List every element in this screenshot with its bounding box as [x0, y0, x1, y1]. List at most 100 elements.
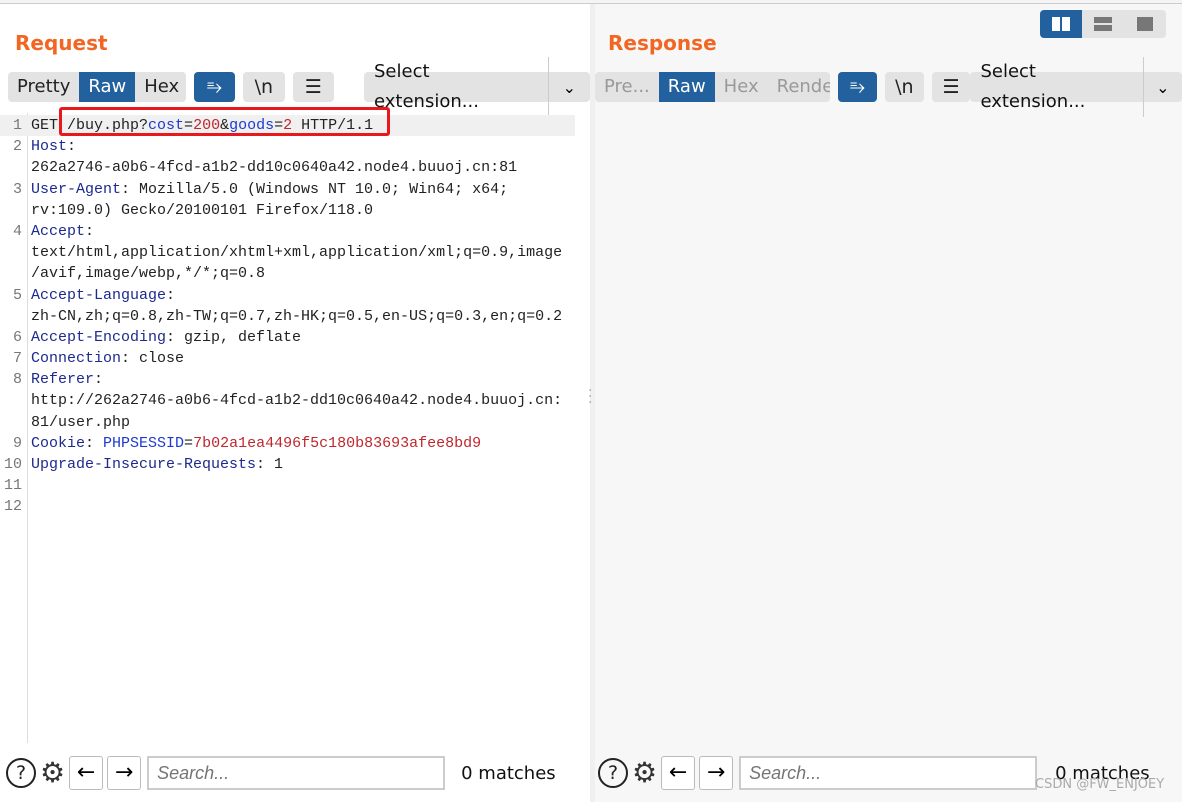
tab-hex[interactable]: Hex: [715, 72, 768, 102]
request-lines: 1 GET /buy.php?cost=200&goods=2 HTTP/1.1 2…: [0, 115, 575, 518]
arrow-right-icon: →: [706, 760, 726, 785]
tab-pre[interactable]: Pre...: [595, 72, 659, 102]
split-vertical-button[interactable]: [1040, 10, 1082, 38]
token-plain: :: [94, 371, 104, 389]
token-plain: :: [166, 286, 176, 304]
token-param: PHPSESSID: [103, 434, 185, 452]
code-line: 7 Connection: close: [0, 348, 575, 369]
code-line: /avif,image/webp,*/*;q=0.8: [0, 263, 575, 284]
help-icon[interactable]: ?: [6, 758, 36, 788]
gear-icon[interactable]: ⚙: [40, 758, 65, 788]
split-horizontal-icon: [1094, 17, 1112, 31]
arrow-left-icon: ←: [76, 760, 96, 785]
previous-match-button[interactable]: ←: [661, 756, 696, 790]
line-number: 7: [12, 350, 22, 368]
tab-hex[interactable]: Hex: [135, 72, 185, 102]
token-plain: text/html,application/xhtml+xml,applicat…: [31, 244, 563, 262]
line-text: /avif,image/webp,*/*;q=0.8: [31, 263, 265, 284]
line-number: 5: [12, 286, 22, 304]
line-text: Accept:: [31, 221, 94, 242]
token-plain: =: [184, 434, 194, 452]
wrap-lines-icon: ⥱: [849, 76, 866, 98]
request-match-count: 0 matches: [461, 762, 556, 784]
code-line: 9 Cookie: PHPSESSID=7b02a1ea4496f5c180b83…: [0, 433, 575, 454]
wrap-lines-button[interactable]: ⥱: [838, 72, 877, 102]
show-newlines-button[interactable]: \n: [243, 72, 285, 102]
token-val: 7b02a1ea4496f5c180b83693afee8bd9: [193, 434, 482, 452]
highlight-box: [59, 107, 390, 136]
line-text: text/html,application/xhtml+xml,applicat…: [31, 242, 562, 263]
token-plain: http://262a2746-a0b6-4fcd-a1b2-dd10c0640…: [31, 392, 563, 410]
code-line: 3 User-Agent: Mozilla/5.0 (Windows NT 10.…: [0, 179, 575, 200]
token-plain: zh-CN,zh;q=0.8,zh-TW;q=0.7,zh-HK;q=0.5,e…: [31, 307, 563, 325]
select-extension-dropdown[interactable]: Select extension... ⌄: [364, 57, 591, 117]
next-match-button[interactable]: →: [107, 756, 142, 790]
token-key: User-Agent: [31, 180, 122, 198]
line-text: 262a2746-a0b6-4fcd-a1b2-dd10c0640a42.nod…: [31, 157, 517, 178]
token-plain: : close: [121, 350, 185, 368]
split-horizontal-button[interactable]: [1082, 10, 1124, 38]
code-line: 5 Accept-Language:: [0, 285, 575, 306]
code-line: 262a2746-a0b6-4fcd-a1b2-dd10c0640a42.nod…: [0, 157, 575, 178]
tab-raw[interactable]: Raw: [79, 72, 136, 102]
line-text: Referer:: [31, 369, 103, 390]
tab-raw[interactable]: Raw: [658, 72, 715, 102]
request-view-tabs: Pretty Raw Hex: [8, 72, 186, 102]
code-line: zh-CN,zh;q=0.8,zh-TW;q=0.7,zh-HK;q=0.5,e…: [0, 306, 575, 327]
token-plain: /avif,image/webp,*/*;q=0.8: [31, 265, 266, 283]
code-line: rv:109.0) Gecko/20100101 Firefox/118.0: [0, 200, 575, 221]
next-match-button[interactable]: →: [699, 756, 734, 790]
layout-toggle: [1040, 10, 1166, 38]
select-extension-label: Select extension...: [364, 57, 549, 117]
line-text: rv:109.0) Gecko/20100101 Firefox/118.0: [31, 200, 373, 221]
response-view-tabs: Pre...RawHexRender: [595, 72, 831, 102]
chevron-down-icon: ⌄: [562, 77, 577, 97]
token-plain: rv:109.0) Gecko/20100101 Firefox/118.0: [31, 201, 374, 219]
token-plain: :: [85, 434, 104, 452]
token-key: Upgrade-Insecure-Requests: [31, 456, 257, 473]
token-key: Accept-Language: [31, 286, 167, 304]
menu-button[interactable]: ☰: [931, 72, 971, 102]
single-pane-button[interactable]: [1124, 10, 1166, 38]
line-text: Host:: [31, 136, 76, 157]
line-text: Accept-Encoding: gzip, deflate: [31, 327, 301, 348]
request-search-bar: ? ⚙ ← → 0 matches: [6, 753, 556, 793]
line-text: Upgrade-Insecure-Requests: 1: [31, 454, 283, 475]
show-newlines-button[interactable]: \n: [884, 72, 924, 102]
code-line: http://262a2746-a0b6-4fcd-a1b2-dd10c0640…: [0, 390, 575, 411]
line-number: 6: [12, 328, 22, 346]
line-number: 11: [3, 477, 22, 495]
gear-icon[interactable]: ⚙: [632, 758, 657, 788]
tab-pretty[interactable]: Pretty: [8, 72, 79, 102]
code-line: 10 Upgrade-Insecure-Requests: 1: [0, 454, 575, 475]
token-key: Host: [31, 138, 68, 156]
token-plain: :: [85, 222, 95, 240]
code-line: 8 Referer:: [0, 369, 575, 390]
token-plain: :: [67, 138, 77, 156]
tab-render[interactable]: Render: [768, 72, 831, 102]
watermark: CSDN @FW_ENJOEY: [1035, 777, 1165, 792]
code-line: 4 Accept:: [0, 221, 575, 242]
single-pane-icon: [1137, 17, 1153, 31]
line-number: 3: [12, 180, 22, 198]
line-text: Connection: close: [31, 348, 184, 369]
drag-handle-icon[interactable]: · · ·: [588, 384, 594, 410]
token-plain: : 1: [256, 456, 284, 473]
select-extension-label: Select extension...: [970, 57, 1144, 117]
token-key: Accept-Encoding: [31, 328, 167, 346]
request-editor[interactable]: 1 GET /buy.php?cost=200&goods=2 HTTP/1.1 2…: [0, 113, 590, 743]
wrap-lines-button[interactable]: ⥱: [193, 72, 236, 102]
response-search-input[interactable]: [739, 756, 1038, 790]
previous-match-button[interactable]: ←: [69, 756, 104, 790]
menu-button[interactable]: ☰: [292, 72, 334, 102]
help-icon[interactable]: ?: [598, 758, 628, 788]
code-line: 12: [0, 496, 575, 517]
arrow-left-icon: ←: [668, 760, 688, 785]
code-line: 2 Host:: [0, 136, 575, 157]
code-line: 6 Accept-Encoding: gzip, deflate: [0, 327, 575, 348]
request-panel: Request Pretty Raw Hex ⥱ \n ☰ Select exten…: [0, 4, 591, 802]
select-extension-dropdown[interactable]: Select extension... ⌄: [970, 57, 1182, 117]
token-key: Accept: [31, 222, 86, 240]
request-search-input[interactable]: [147, 756, 446, 790]
hamburger-icon: ☰: [942, 76, 960, 98]
